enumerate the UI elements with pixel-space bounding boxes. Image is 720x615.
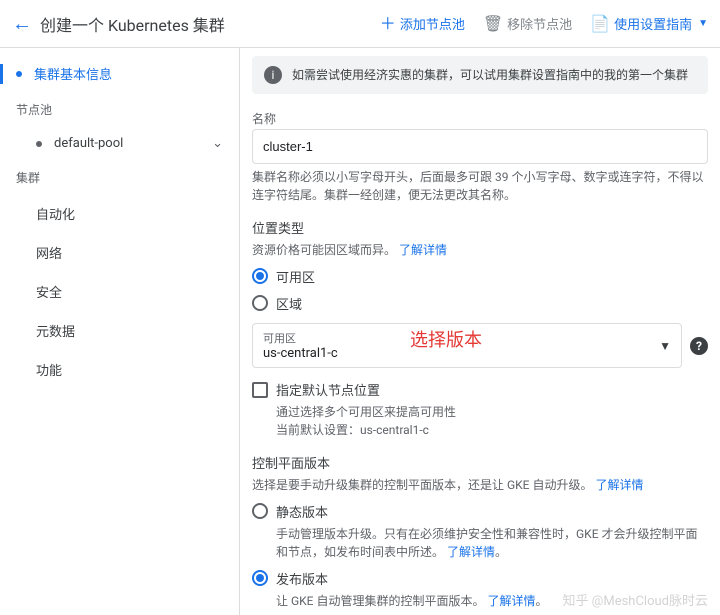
annotation-select-version: 选择版本	[410, 326, 482, 352]
chevron-down-icon: ⌄	[212, 136, 223, 151]
sidebar-group-cluster: 集群	[0, 161, 239, 194]
checkbox-label: 指定默认节点位置	[276, 380, 380, 399]
info-text: 如需尝试使用经济实惠的集群，可以试用集群设置指南中的我的第一个集群	[292, 66, 688, 83]
radio-region[interactable]: 区域	[252, 294, 708, 313]
main-content: i 如需尝试使用经济实惠的集群，可以试用集群设置指南中的我的第一个集群 名称 集…	[240, 48, 720, 615]
guide-icon: 📄	[590, 16, 610, 32]
page-title: 创建一个 Kubernetes 集群	[40, 12, 225, 36]
sidebar-item-basic-info[interactable]: 集群基本信息	[0, 54, 239, 93]
control-plane-help: 选择是要手动升级集群的控制平面版本，还是让 GKE 自动升级。 了解详情	[252, 476, 708, 494]
info-banner: i 如需尝试使用经济实惠的集群，可以试用集群设置指南中的我的第一个集群	[252, 56, 708, 94]
location-help: 资源价格可能因区域而异。 了解详情	[252, 241, 708, 259]
checkbox-icon	[252, 382, 268, 398]
learn-more-link[interactable]: 了解详情	[447, 545, 495, 559]
sidebar-item-security[interactable]: 安全	[0, 272, 239, 311]
radio-icon	[252, 268, 268, 284]
dropdown-icon: ▼	[659, 339, 671, 353]
remove-node-pool-button: 🗑 移除节点池	[483, 14, 572, 33]
sidebar-item-default-pool[interactable]: default-pool ⌄	[0, 126, 239, 161]
pool-label: default-pool	[54, 136, 123, 151]
radio-icon	[252, 295, 268, 311]
setup-guide-label: 使用设置指南	[614, 14, 692, 33]
add-node-pool-button[interactable]: ＋ 添加节点池	[380, 14, 465, 33]
bullet-icon	[36, 141, 42, 147]
sidebar-label: 集群基本信息	[34, 64, 112, 83]
chevron-down-icon: ▼	[698, 18, 708, 29]
back-arrow-icon[interactable]: ←	[12, 7, 40, 40]
sidebar-item-network[interactable]: 网络	[0, 233, 239, 272]
location-type-heading: 位置类型	[252, 218, 708, 237]
static-help: 手动管理版本升级。只有在必须维护安全性和兼容性时，GKE 才会升级控制平面和节点…	[276, 525, 708, 561]
release-help: 让 GKE 自动管理集群的控制平面版本。 了解详情。	[276, 592, 708, 610]
add-icon: ＋	[380, 16, 396, 32]
control-plane-heading: 控制平面版本	[252, 453, 708, 472]
radio-static-version[interactable]: 静态版本 手动管理版本升级。只有在必须维护安全性和兼容性时，GKE 才会升级控制…	[252, 502, 708, 561]
radio-zone[interactable]: 可用区	[252, 267, 708, 286]
radio-release-channel[interactable]: 发布版本 让 GKE 自动管理集群的控制平面版本。 了解详情。	[252, 569, 708, 610]
radio-icon	[252, 503, 268, 519]
sidebar-item-metadata[interactable]: 元数据	[0, 311, 239, 350]
learn-more-link[interactable]: 了解详情	[399, 243, 447, 257]
sidebar-group-node-pools: 节点池	[0, 93, 239, 126]
bullet-icon	[16, 71, 22, 77]
info-icon: i	[264, 66, 282, 84]
trash-icon: 🗑	[483, 16, 503, 32]
learn-more-link[interactable]: 了解详情	[595, 478, 643, 492]
radio-icon	[252, 570, 268, 586]
name-label: 名称	[252, 110, 708, 127]
learn-more-link[interactable]: 了解详情	[487, 594, 535, 608]
remove-pool-label: 移除节点池	[507, 14, 572, 33]
add-pool-label: 添加节点池	[400, 14, 465, 33]
name-help: 集群名称必须以小写字母开头，后面最多可跟 39 个小写字母、数字或连字符，不得以…	[252, 168, 708, 204]
sidebar-item-automation[interactable]: 自动化	[0, 194, 239, 233]
setup-guide-button[interactable]: 📄 使用设置指南 ▼	[590, 14, 708, 33]
cluster-name-input[interactable]	[252, 129, 708, 164]
default-location-checkbox[interactable]: 指定默认节点位置	[252, 380, 708, 399]
default-loc-help: 通过选择多个可用区来提高可用性 当前默认设置：us-central1-c	[252, 403, 708, 439]
sidebar: 集群基本信息 节点池 default-pool ⌄ 集群 自动化 网络 安全 元…	[0, 48, 240, 615]
sidebar-item-features[interactable]: 功能	[0, 350, 239, 389]
help-icon[interactable]: ?	[690, 337, 708, 355]
